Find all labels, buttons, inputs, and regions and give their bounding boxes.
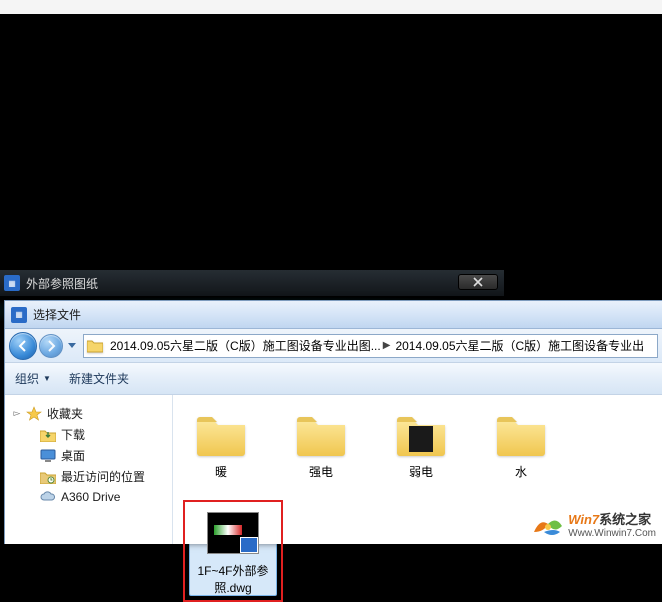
breadcrumb-segment[interactable]: 2014.09.05六星二版（C版）施工图设备专业出图... ▶	[106, 335, 391, 357]
nav-history-dropdown[interactable]	[65, 334, 79, 358]
app-top-strip	[0, 0, 662, 14]
file-name: 暖	[215, 463, 227, 480]
new-folder-button[interactable]: 新建文件夹	[69, 370, 129, 387]
watermark-line2: Www.Winwin7.Com	[568, 528, 656, 540]
folder-item[interactable]: 弱电	[383, 409, 459, 480]
sidebar-favorites-label: 收藏夹	[47, 405, 83, 422]
folder-icon	[493, 409, 549, 459]
chevron-down-icon	[68, 343, 76, 349]
app-dark-canvas	[0, 14, 662, 270]
desktop-icon	[39, 448, 57, 464]
xref-panel-title: 外部参照图纸	[26, 275, 98, 292]
folder-icon	[193, 409, 249, 459]
organize-menu[interactable]: 组织 ▼	[15, 370, 51, 387]
dialog-toolbar: 组织 ▼ 新建文件夹	[5, 363, 662, 395]
folder-icon	[86, 337, 104, 355]
sidebar-item-downloads[interactable]: 下载	[9, 424, 168, 445]
tree-collapse-icon[interactable]: ▻	[11, 408, 23, 420]
watermark-line1: Win7系统之家	[568, 512, 656, 528]
sidebar-item-desktop[interactable]: 桌面	[9, 445, 168, 466]
close-icon	[473, 277, 483, 287]
nav-back-button[interactable]	[9, 332, 37, 360]
sidebar-item-label: 下载	[61, 426, 85, 443]
breadcrumb-label: 2014.09.05六星二版（C版）施工图设备专业出	[395, 337, 644, 354]
folder-icon	[393, 409, 449, 459]
folder-icon	[293, 409, 349, 459]
cloud-icon	[39, 489, 57, 505]
file-open-dialog: ▦ 选择文件 2014.09.05六星二版（C版）施工图设备专业出图... ▶ …	[4, 300, 662, 544]
folder-item[interactable]: 水	[483, 409, 559, 480]
breadcrumb-segment[interactable]: 2014.09.05六星二版（C版）施工图设备专业出	[391, 335, 645, 357]
dialog-title: 选择文件	[33, 306, 81, 323]
dialog-app-icon: ▦	[11, 307, 27, 323]
file-name: 强电	[309, 463, 333, 480]
file-item-selected[interactable]: 1F~4F外部参照.dwg	[183, 500, 283, 602]
watermark: Win7系统之家 Www.Winwin7.Com	[530, 512, 656, 540]
folder-item[interactable]: 暖	[183, 409, 259, 480]
dwg-file-icon	[205, 508, 261, 558]
sidebar-item-recent[interactable]: 最近访问的位置	[9, 466, 168, 487]
sidebar-item-label: 最近访问的位置	[61, 468, 145, 485]
arrow-left-icon	[17, 340, 29, 352]
file-name: 水	[515, 463, 527, 480]
watermark-logo-icon	[530, 512, 566, 540]
chevron-right-icon: ▶	[383, 340, 391, 351]
navigation-sidebar: ▻ 收藏夹 下载 桌面	[5, 395, 173, 544]
chevron-down-icon: ▼	[43, 374, 51, 383]
xref-icon: ▦	[4, 275, 20, 291]
file-name: 弱电	[409, 463, 433, 480]
organize-label: 组织	[15, 370, 39, 387]
file-name: 1F~4F外部参照.dwg	[189, 562, 277, 596]
star-icon	[25, 406, 43, 422]
arrow-right-icon	[45, 340, 57, 352]
folder-item[interactable]: 强电	[283, 409, 359, 480]
sidebar-item-a360[interactable]: A360 Drive	[9, 487, 168, 507]
nav-forward-button[interactable]	[39, 334, 63, 358]
breadcrumb-label: 2014.09.05六星二版（C版）施工图设备专业出图...	[110, 337, 381, 354]
xref-close-button[interactable]	[458, 274, 498, 290]
download-icon	[39, 427, 57, 443]
address-bar: 2014.09.05六星二版（C版）施工图设备专业出图... ▶ 2014.09…	[5, 329, 662, 363]
breadcrumb-bar[interactable]: 2014.09.05六星二版（C版）施工图设备专业出图... ▶ 2014.09…	[83, 334, 658, 358]
recent-icon	[39, 469, 57, 485]
dialog-titlebar[interactable]: ▦ 选择文件	[5, 301, 662, 329]
sidebar-favorites[interactable]: ▻ 收藏夹	[9, 403, 168, 424]
new-folder-label: 新建文件夹	[69, 370, 129, 387]
xref-panel-titlebar[interactable]: ▦ 外部参照图纸	[0, 270, 504, 296]
sidebar-item-label: 桌面	[61, 447, 85, 464]
sidebar-item-label: A360 Drive	[61, 490, 120, 504]
